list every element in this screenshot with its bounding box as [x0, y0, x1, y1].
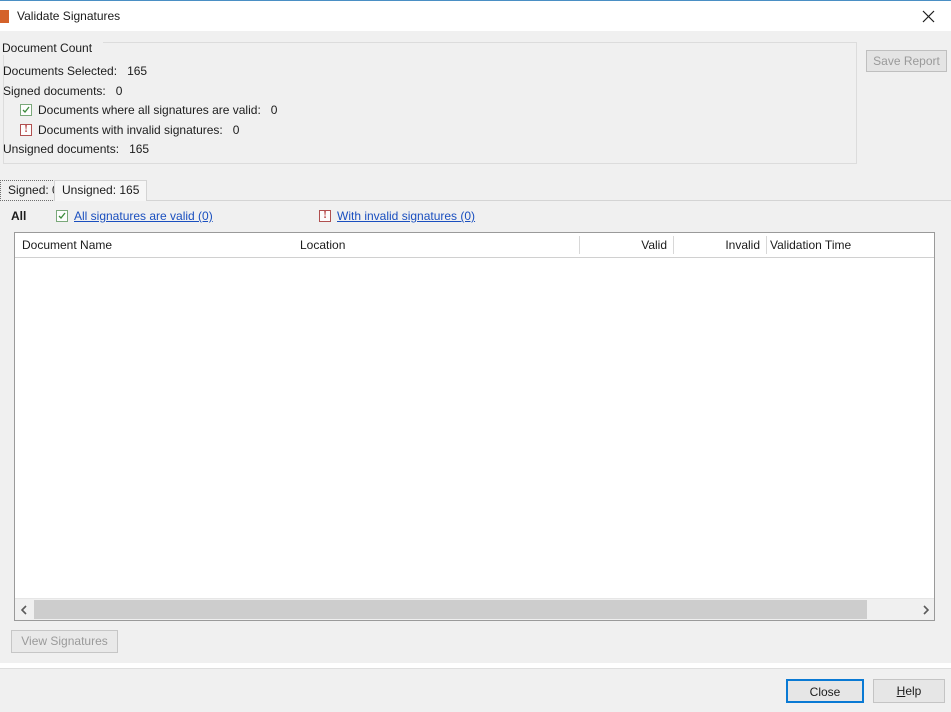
title-bar: Validate Signatures: [0, 0, 951, 31]
column-header-invalid[interactable]: Invalid: [673, 233, 760, 257]
signed-documents-row: Signed documents: 0: [3, 84, 122, 98]
signed-documents-label: Signed documents:: [3, 84, 106, 98]
save-report-button[interactable]: Save Report: [866, 50, 947, 72]
window-title: Validate Signatures: [17, 9, 121, 23]
exclamation-glyph: !: [323, 210, 327, 221]
all-valid-value: 0: [270, 103, 278, 117]
invalid-signature-icon: !: [20, 124, 32, 136]
signed-documents-value: 0: [115, 84, 123, 98]
help-label-rest: elp: [905, 684, 922, 698]
valid-signature-icon: [56, 210, 68, 222]
exclamation-glyph: !: [24, 124, 28, 135]
unsigned-documents-label: Unsigned documents:: [3, 142, 120, 156]
tab-unsigned[interactable]: Unsigned: 165: [54, 180, 148, 201]
unsigned-documents-value: 165: [129, 142, 150, 156]
signatures-table: Document Name Location Valid Invalid Val…: [14, 232, 935, 621]
group-top-border: [103, 42, 857, 43]
column-header-valid[interactable]: Valid: [579, 233, 667, 257]
app-icon: [0, 9, 9, 23]
all-valid-label: Documents where all signatures are valid…: [38, 103, 261, 117]
filter-all-valid[interactable]: All signatures are valid (0): [56, 209, 213, 223]
invalid-signatures-row: ! Documents with invalid signatures: 0: [20, 123, 239, 137]
tabstrip: Signed: 0 Unsigned: 165: [0, 180, 951, 201]
valid-signature-icon: [20, 104, 32, 116]
invalid-signatures-value: 0: [232, 123, 240, 137]
horizontal-scrollbar[interactable]: [15, 598, 934, 620]
documents-selected-row: Documents Selected: 165: [3, 64, 147, 78]
close-icon[interactable]: [905, 1, 951, 31]
filter-all-label[interactable]: All: [11, 209, 26, 223]
filter-bar: All All signatures are valid (0) ! With …: [0, 206, 951, 228]
group-legend: Document Count: [2, 42, 97, 55]
column-header-document-name[interactable]: Document Name: [22, 233, 112, 257]
unsigned-documents-row: Unsigned documents: 165: [3, 142, 149, 156]
all-valid-row: Documents where all signatures are valid…: [20, 103, 277, 117]
column-divider[interactable]: [766, 236, 767, 254]
chevron-right-icon[interactable]: [916, 599, 934, 620]
filter-all-valid-link[interactable]: All signatures are valid (0): [74, 209, 213, 223]
documents-selected-value: 165: [127, 64, 148, 78]
table-body[interactable]: [15, 258, 934, 598]
view-signatures-button[interactable]: View Signatures: [11, 630, 118, 653]
filter-with-invalid-link[interactable]: With invalid signatures (0): [337, 209, 475, 223]
filter-with-invalid[interactable]: ! With invalid signatures (0): [319, 209, 475, 223]
invalid-signature-icon: !: [319, 210, 331, 222]
chevron-left-icon[interactable]: [15, 599, 33, 620]
help-button[interactable]: Help: [873, 679, 945, 703]
column-header-validation-time[interactable]: Validation Time: [770, 233, 851, 257]
scrollbar-thumb[interactable]: [34, 600, 867, 619]
table-header-row: Document Name Location Valid Invalid Val…: [15, 233, 934, 258]
invalid-signatures-label: Documents with invalid signatures:: [38, 123, 223, 137]
column-header-location[interactable]: Location: [300, 233, 345, 257]
close-button[interactable]: Close: [786, 679, 864, 703]
documents-selected-label: Documents Selected:: [3, 64, 118, 78]
